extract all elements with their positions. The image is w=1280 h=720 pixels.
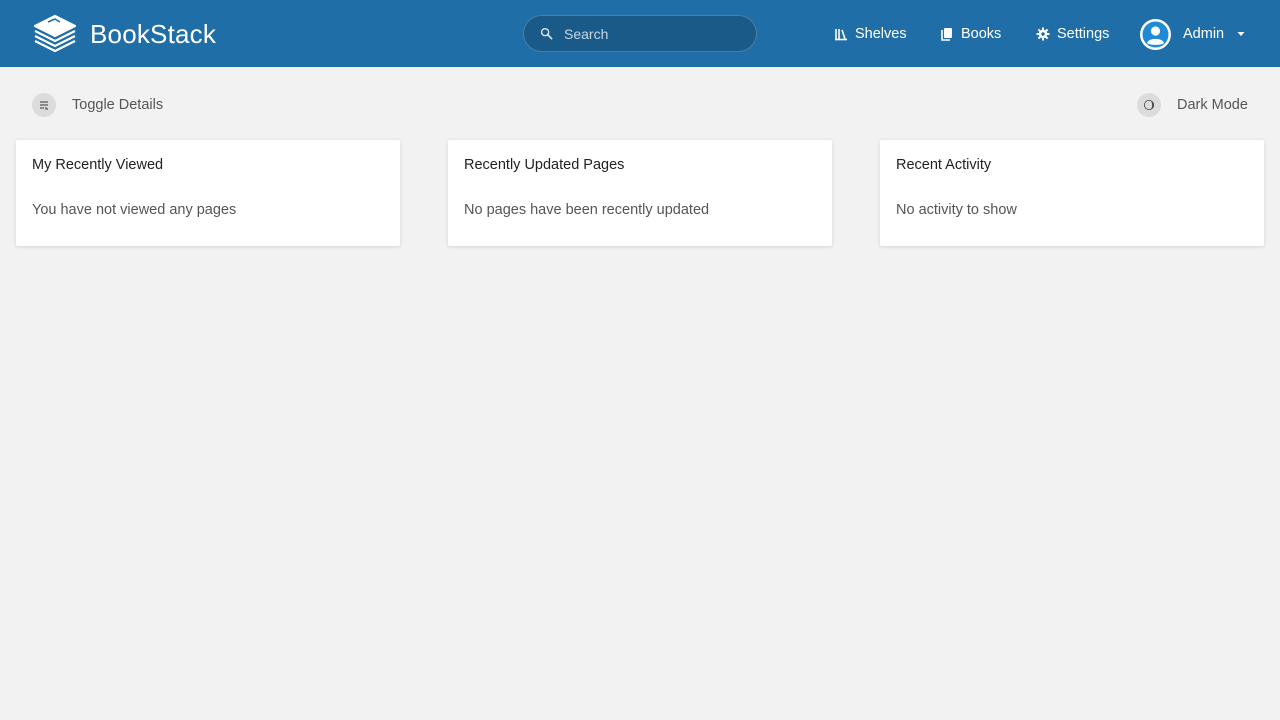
search-icon (540, 27, 553, 40)
card-empty-message: No activity to show (896, 202, 1017, 218)
caret-down-icon (1237, 32, 1245, 36)
user-menu-toggle[interactable]: Admin (1140, 18, 1246, 50)
avatar (1140, 18, 1171, 50)
user-avatar-icon (1142, 21, 1169, 47)
shelves-icon (835, 29, 847, 41)
toggle-details-icon (40, 101, 48, 110)
nav-settings[interactable]: Settings (1036, 22, 1109, 46)
nav-shelves[interactable]: Shelves (834, 22, 907, 46)
recent-activity-card: Recent Activity No activity to show (880, 140, 1264, 246)
brand-logo-link[interactable]: BookStack (32, 14, 216, 54)
card-empty-message: You have not viewed any pages (32, 202, 237, 218)
search-input[interactable] (564, 16, 749, 51)
dark-mode-icon (1144, 100, 1154, 110)
nav-settings-label: Settings (1057, 26, 1110, 42)
nav-books-label: Books (961, 26, 1002, 42)
top-header: BookStack Shelves Books (0, 0, 1280, 67)
brand-name: BookStack (90, 18, 217, 49)
search-box[interactable] (523, 15, 757, 52)
card-empty-message: No pages have been recently updated (464, 202, 710, 218)
bookstack-logo-icon (33, 14, 77, 53)
card-title: My Recently Viewed (32, 157, 164, 173)
books-icon (941, 28, 952, 41)
gear-icon (1036, 27, 1050, 41)
card-title[interactable]: Recent Activity (896, 157, 991, 173)
toggle-details-button[interactable]: Toggle Details (32, 93, 163, 117)
dark-mode-icon-wrap (1137, 93, 1161, 117)
dark-mode-label: Dark Mode (1177, 97, 1248, 113)
nav-books[interactable]: Books (940, 22, 1001, 46)
toggle-details-label: Toggle Details (72, 97, 164, 113)
recently-updated-pages-card: Recently Updated Pages No pages have bee… (448, 140, 832, 246)
nav-shelves-label: Shelves (855, 26, 907, 42)
card-title[interactable]: Recently Updated Pages (464, 157, 624, 173)
dark-mode-button[interactable]: Dark Mode (1137, 93, 1248, 117)
user-name: Admin (1183, 26, 1225, 42)
recently-viewed-card: My Recently Viewed You have not viewed a… (16, 140, 400, 246)
toggle-details-icon-wrap (32, 93, 56, 117)
